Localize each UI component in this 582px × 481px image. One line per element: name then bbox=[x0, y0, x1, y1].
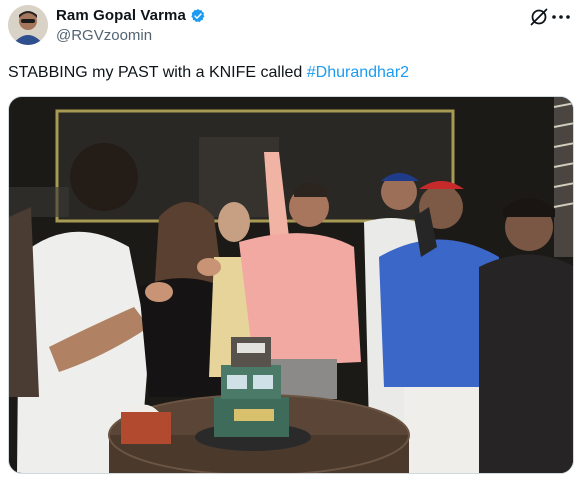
grok-icon[interactable] bbox=[529, 7, 549, 27]
author-handle[interactable]: @RGVzoomin bbox=[56, 27, 152, 44]
author-display-name[interactable]: Ram Gopal Varma bbox=[56, 7, 186, 24]
hashtag-link[interactable]: #Dhurandhar2 bbox=[307, 64, 409, 81]
more-options-icon[interactable] bbox=[550, 9, 572, 25]
author-name-row: Ram Gopal Varma bbox=[56, 7, 206, 24]
tweet-media-photo[interactable] bbox=[8, 96, 574, 474]
tweet-text-body: STABBING my PAST with a KNIFE called bbox=[8, 64, 307, 81]
verified-badge-icon bbox=[190, 8, 206, 24]
author-avatar[interactable] bbox=[8, 5, 48, 45]
tweet-text: STABBING my PAST with a KNIFE called #Dh… bbox=[8, 64, 409, 82]
